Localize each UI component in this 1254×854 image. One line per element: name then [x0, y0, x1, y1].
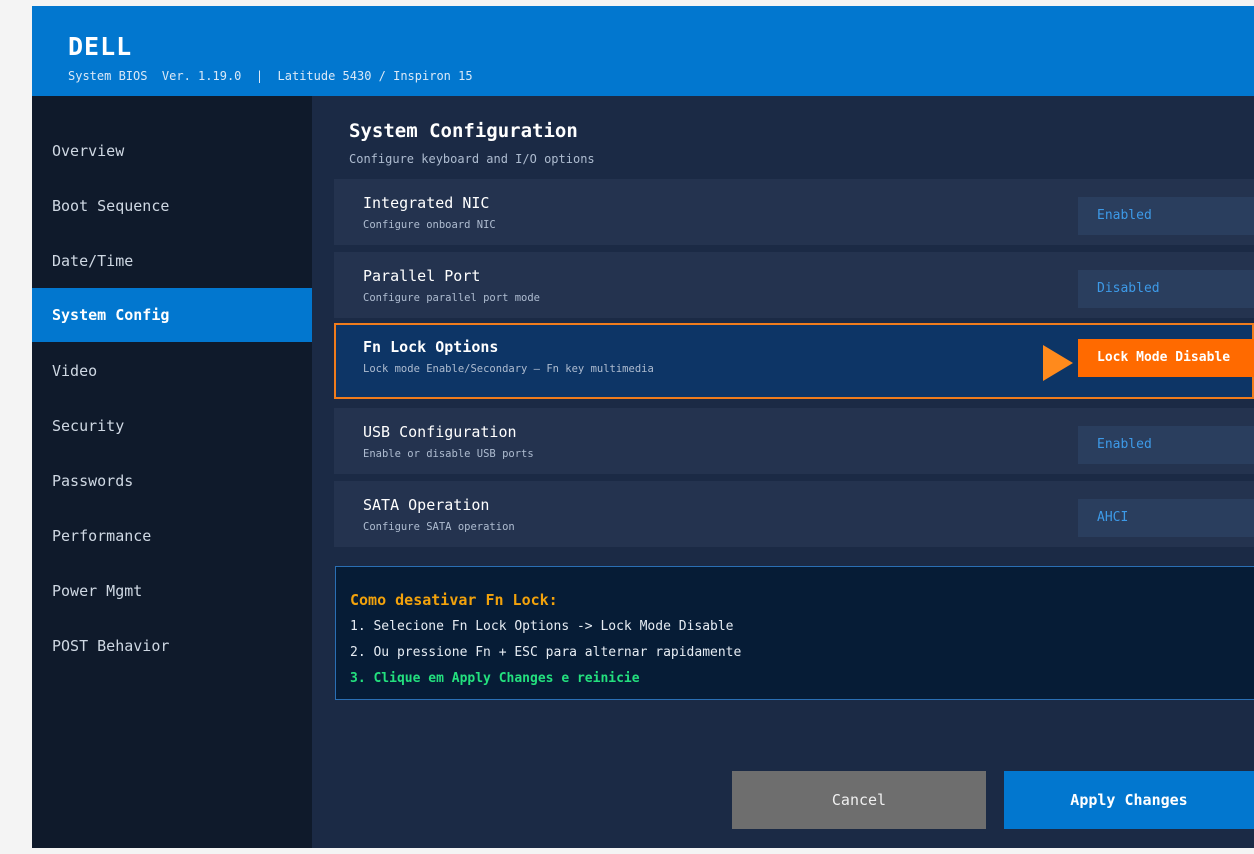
- setting-description: Configure SATA operation: [363, 521, 515, 533]
- help-step: 3. Clique em Apply Changes e reinicie: [350, 671, 640, 686]
- dell-logo: DELL: [68, 32, 133, 61]
- setting-title: SATA Operation: [363, 496, 490, 514]
- setting-value-select[interactable]: Lock Mode Disable: [1078, 339, 1254, 377]
- setting-value-select[interactable]: Disabled: [1078, 270, 1254, 308]
- setting-row-parallel-port[interactable]: Parallel Port Configure parallel port mo…: [334, 252, 1254, 318]
- page-title: System Configuration: [349, 120, 578, 142]
- help-step: 2. Ou pressione Fn + ESC para alternar r…: [350, 645, 742, 660]
- setting-row-fn-lock-options[interactable]: Fn Lock Options Lock mode Enable/Seconda…: [334, 323, 1254, 399]
- help-box: Como desativar Fn Lock: 1. Selecione Fn …: [335, 566, 1254, 700]
- sidebar-item-date-time[interactable]: Date/Time: [32, 234, 312, 288]
- setting-row-sata-operation[interactable]: SATA Operation Configure SATA operation …: [334, 481, 1254, 547]
- bios-window: DELL System BIOS Ver. 1.19.0 | Latitude …: [32, 6, 1254, 848]
- sidebar-item-power-mgmt[interactable]: Power Mgmt: [32, 564, 312, 618]
- setting-value-select[interactable]: Enabled: [1078, 426, 1254, 464]
- page-subtitle: Configure keyboard and I/O options: [349, 152, 595, 166]
- setting-description: Enable or disable USB ports: [363, 448, 534, 460]
- setting-row-integrated-nic[interactable]: Integrated NIC Configure onboard NIC Ena…: [334, 179, 1254, 245]
- setting-row-usb-configuration[interactable]: USB Configuration Enable or disable USB …: [334, 408, 1254, 474]
- setting-description: Configure parallel port mode: [363, 292, 541, 304]
- cancel-button[interactable]: Cancel: [732, 771, 986, 829]
- bios-version-subtitle: System BIOS Ver. 1.19.0 | Latitude 5430 …: [68, 69, 473, 83]
- sidebar-item-system-config[interactable]: System Config: [32, 288, 312, 342]
- setting-title: USB Configuration: [363, 423, 517, 441]
- setting-title: Integrated NIC: [363, 194, 490, 212]
- sidebar-item-post-behavior[interactable]: POST Behavior: [32, 619, 312, 673]
- sidebar-item-passwords[interactable]: Passwords: [32, 454, 312, 508]
- setting-title: Fn Lock Options: [363, 338, 499, 356]
- sidebar-item-video[interactable]: Video: [32, 344, 312, 398]
- sidebar-item-security[interactable]: Security: [32, 399, 312, 453]
- main-panel: System Configuration Configure keyboard …: [312, 96, 1254, 848]
- bios-header: DELL System BIOS Ver. 1.19.0 | Latitude …: [32, 6, 1254, 96]
- setting-title: Parallel Port: [363, 267, 481, 285]
- sidebar-item-boot-sequence[interactable]: Boot Sequence: [32, 179, 312, 233]
- setting-description: Lock mode Enable/Secondary — Fn key mult…: [363, 363, 654, 375]
- setting-value-select[interactable]: Enabled: [1078, 197, 1254, 235]
- sidebar-item-overview[interactable]: Overview: [32, 124, 312, 178]
- selection-arrow-icon: [1043, 345, 1073, 381]
- sidebar-item-performance[interactable]: Performance: [32, 509, 312, 563]
- help-title: Como desativar Fn Lock:: [350, 591, 558, 609]
- sidebar: Overview Boot Sequence Date/Time System …: [32, 96, 312, 848]
- apply-changes-button[interactable]: Apply Changes: [1004, 771, 1254, 829]
- help-step: 1. Selecione Fn Lock Options -> Lock Mod…: [350, 619, 734, 634]
- setting-description: Configure onboard NIC: [363, 219, 496, 231]
- setting-value-select[interactable]: AHCI: [1078, 499, 1254, 537]
